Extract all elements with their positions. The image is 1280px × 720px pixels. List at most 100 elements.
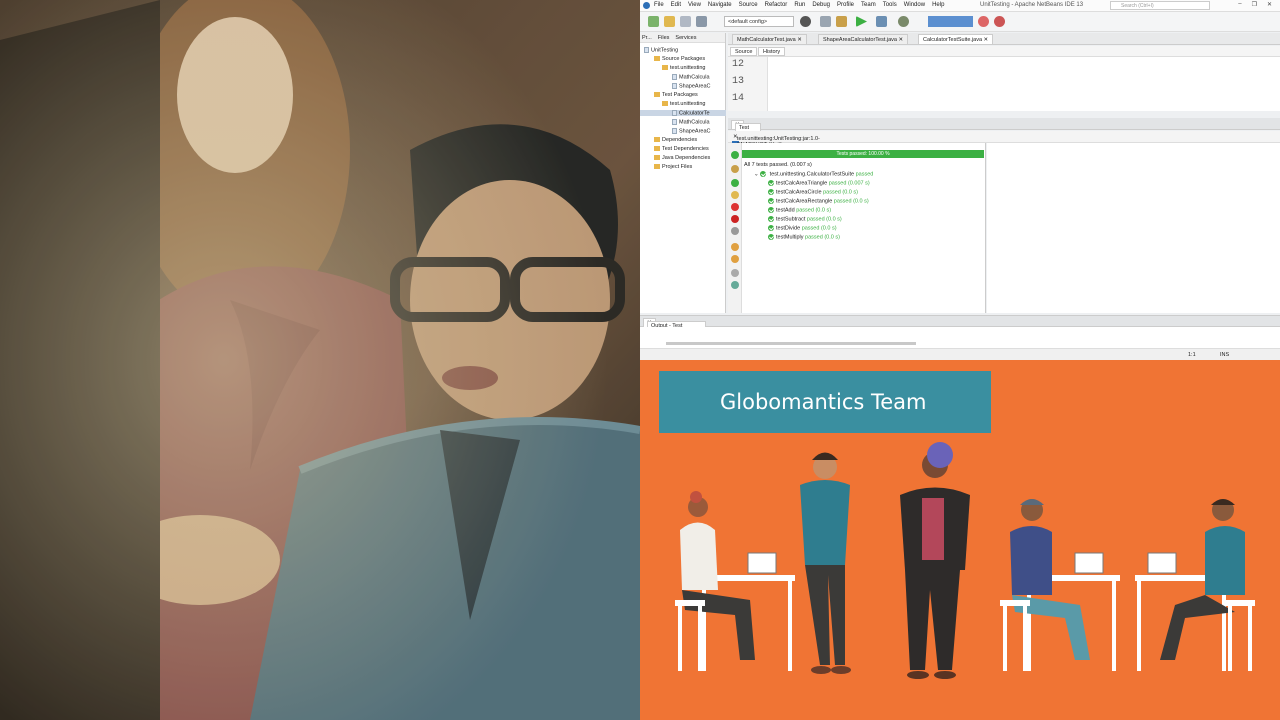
test-status: passed (801, 225, 820, 232)
build-icon[interactable] (820, 16, 831, 27)
tree-label: ShapeAreaC (679, 83, 711, 90)
test-row[interactable]: testAdd passed (0.0 s) (768, 207, 831, 213)
globe-icon[interactable] (800, 16, 811, 27)
gc-icon[interactable] (978, 16, 989, 27)
suite-name: test.unittesting.CalculatorTestSuite (769, 171, 855, 178)
menu-debug[interactable]: Debug (812, 2, 830, 8)
tab-files[interactable]: Files (658, 35, 670, 41)
tree-item[interactable]: MathCalcula (672, 74, 710, 80)
menu-help[interactable]: Help (932, 2, 944, 8)
tree-label: UnitTesting (651, 47, 679, 54)
tree-item[interactable]: Project Files (654, 164, 692, 170)
tree-item[interactable]: ShapeAreaC (672, 128, 711, 134)
output-pane[interactable] (640, 327, 1280, 348)
menu-navigate[interactable]: Navigate (708, 2, 732, 8)
menu-window[interactable]: Window (904, 2, 925, 8)
tree-item[interactable]: ShapeAreaC (672, 83, 711, 89)
tab-math-calculator-test[interactable]: MathCalculatorTest.java ✕ (732, 34, 807, 44)
show-failed-icon[interactable] (731, 203, 739, 211)
show-aborted-icon[interactable] (731, 227, 739, 235)
history-button[interactable]: History (758, 47, 786, 56)
previous-icon[interactable] (731, 243, 739, 251)
test-status: passed (828, 180, 847, 187)
person-standing-2 (900, 442, 970, 679)
source-button[interactable]: Source (730, 47, 758, 56)
menu-view[interactable]: View (688, 2, 701, 8)
test-results-titlebar: Test Results ✕ (728, 118, 1280, 139)
tree-item[interactable]: Source Packages (654, 56, 705, 62)
window-controls: – ❐ ✕ (1238, 1, 1272, 8)
horizontal-scrollbar[interactable] (666, 342, 916, 345)
tree-item[interactable]: test.unittesting (662, 101, 705, 107)
test-row[interactable]: testCalcAreaTriangle passed (0.007 s) (768, 180, 870, 186)
passed-icon (768, 189, 774, 195)
profile-icon[interactable] (898, 16, 909, 27)
code-editor[interactable]: 12 13 14 (728, 57, 1280, 111)
tree-label: Dependencies (662, 137, 698, 143)
tab-shape-area-calculator-test[interactable]: ShapeAreaCalculatorTest.java ✕ (818, 34, 909, 44)
show-passed-icon[interactable] (731, 179, 739, 187)
test-row[interactable]: testDivide passed (0.0 s) (768, 225, 837, 231)
run-icon[interactable] (856, 16, 867, 27)
tree-item[interactable]: Java Dependencies (654, 155, 710, 161)
stop-icon[interactable] (994, 16, 1005, 27)
tree-item[interactable]: test.unittesting (662, 65, 705, 71)
tab-projects[interactable]: Pr... (642, 35, 652, 41)
test-suite-row[interactable]: ⌄ test.unittesting.CalculatorTestSuite p… (754, 171, 873, 177)
test-row[interactable]: testSubtract passed (0.0 s) (768, 216, 842, 222)
folder-icon (654, 137, 660, 143)
menu-tools[interactable]: Tools (883, 2, 897, 8)
undo-icon[interactable] (696, 16, 707, 27)
menu-file[interactable]: File (654, 2, 664, 8)
passed-icon (768, 225, 774, 231)
test-name: testMultiply (776, 234, 804, 241)
export-icon[interactable] (731, 281, 739, 289)
team-slide: Globomantics Team (640, 360, 1280, 720)
tree-item[interactable]: UnitTesting (644, 47, 678, 53)
line-gutter: 12 13 14 (728, 57, 768, 111)
tree-item[interactable]: Test Packages (654, 92, 698, 98)
editor-tabs: MathCalculatorTest.java ✕ ShapeAreaCalcu… (728, 33, 1280, 45)
projects-tabs: Pr... Files Services (640, 33, 725, 43)
folder-icon (654, 146, 660, 152)
tree-label: test.unittesting (670, 65, 706, 71)
menu-refactor[interactable]: Refactor (765, 2, 788, 8)
test-row[interactable]: testCalcAreaCircle passed (0.0 s) (768, 189, 858, 195)
settings-icon[interactable] (731, 269, 739, 277)
menu-team[interactable]: Team (861, 2, 876, 8)
show-errors-icon[interactable] (731, 215, 739, 223)
menu-source[interactable]: Source (739, 2, 758, 8)
project-icon (644, 47, 649, 53)
next-icon[interactable] (731, 255, 739, 263)
test-output-pane[interactable] (987, 143, 1280, 313)
close-icon[interactable]: ✕ (1267, 1, 1272, 8)
debug-icon[interactable] (876, 16, 887, 27)
expand-icon[interactable]: ⌄ (754, 171, 759, 177)
tree-item[interactable]: Dependencies (654, 137, 697, 143)
test-row[interactable]: testMultiply passed (0.0 s) (768, 234, 840, 240)
new-project-icon[interactable] (648, 16, 659, 27)
menu-run[interactable]: Run (794, 2, 805, 8)
show-skipped-icon[interactable] (731, 191, 739, 199)
tree-item-selected[interactable]: CalculatorTe (640, 110, 726, 117)
open-project-icon[interactable] (664, 16, 675, 27)
restore-icon[interactable]: ❐ (1252, 1, 1257, 8)
memory-indicator[interactable] (928, 16, 973, 27)
test-run-tab[interactable]: test.unittesting:UnitTesting:jar:1.0-SNA… (732, 133, 821, 151)
passed-icon (760, 171, 767, 177)
tree-item[interactable]: MathCalcula (672, 119, 710, 125)
minimize-icon[interactable]: – (1238, 1, 1241, 8)
test-row[interactable]: testCalcAreaRectangle passed (0.0 s) (768, 198, 869, 204)
save-all-icon[interactable] (680, 16, 691, 27)
tab-services[interactable]: Services (675, 35, 696, 41)
rerun-icon[interactable] (731, 151, 739, 159)
test-results-tab[interactable]: Test Results ✕ (731, 120, 762, 139)
search-input[interactable]: Search (Ctrl+I) (1110, 1, 1210, 10)
clean-build-icon[interactable] (836, 16, 847, 27)
tab-calculator-test-suite[interactable]: CalculatorTestSuite.java ✕ (918, 34, 994, 44)
config-select[interactable]: <default config> (724, 16, 794, 27)
menu-profile[interactable]: Profile (837, 2, 854, 8)
tree-item[interactable]: Test Dependencies (654, 146, 709, 152)
menu-edit[interactable]: Edit (671, 2, 681, 8)
rerun-failed-icon[interactable] (731, 165, 739, 173)
